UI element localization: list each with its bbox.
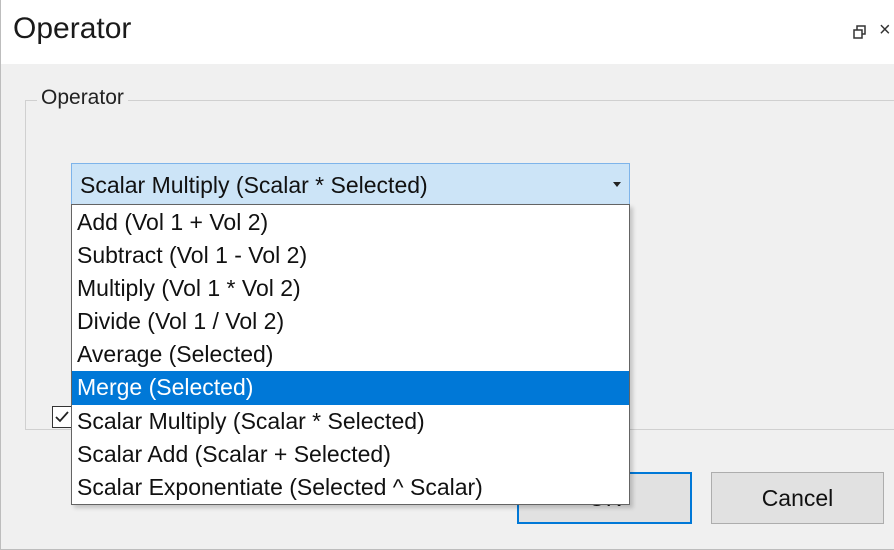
option-average[interactable]: Average (Selected) [72, 338, 629, 371]
option-scalar-multiply[interactable]: Scalar Multiply (Scalar * Selected) [72, 405, 629, 438]
option-divide[interactable]: Divide (Vol 1 / Vol 2) [72, 305, 629, 338]
option-checkbox[interactable] [52, 406, 72, 428]
option-subtract[interactable]: Subtract (Vol 1 - Vol 2) [72, 239, 629, 272]
window-title: Operator [13, 12, 132, 45]
option-add[interactable]: Add (Vol 1 + Vol 2) [72, 206, 629, 239]
operator-dropdown-list: Add (Vol 1 + Vol 2) Subtract (Vol 1 - Vo… [71, 204, 630, 505]
combobox-selected-value: Scalar Multiply (Scalar * Selected) [80, 172, 428, 198]
checkmark-icon [55, 411, 69, 423]
option-scalar-add[interactable]: Scalar Add (Scalar + Selected) [72, 438, 629, 471]
option-merge[interactable]: Merge (Selected) [72, 371, 629, 405]
restore-icon[interactable] [853, 25, 867, 39]
operator-group-label: Operator [37, 86, 128, 110]
operator-combobox[interactable]: Scalar Multiply (Scalar * Selected) [71, 163, 630, 205]
operator-dialog: Operator × Operator OK Cancel Scalar Mul… [0, 0, 894, 550]
cancel-button[interactable]: Cancel [711, 472, 884, 524]
option-scalar-exponentiate[interactable]: Scalar Exponentiate (Selected ^ Scalar) [72, 471, 629, 504]
title-bar[interactable]: Operator × [1, 0, 894, 64]
chevron-down-icon[interactable] [613, 182, 621, 187]
option-multiply[interactable]: Multiply (Vol 1 * Vol 2) [72, 272, 629, 305]
close-icon[interactable]: × [879, 20, 891, 40]
